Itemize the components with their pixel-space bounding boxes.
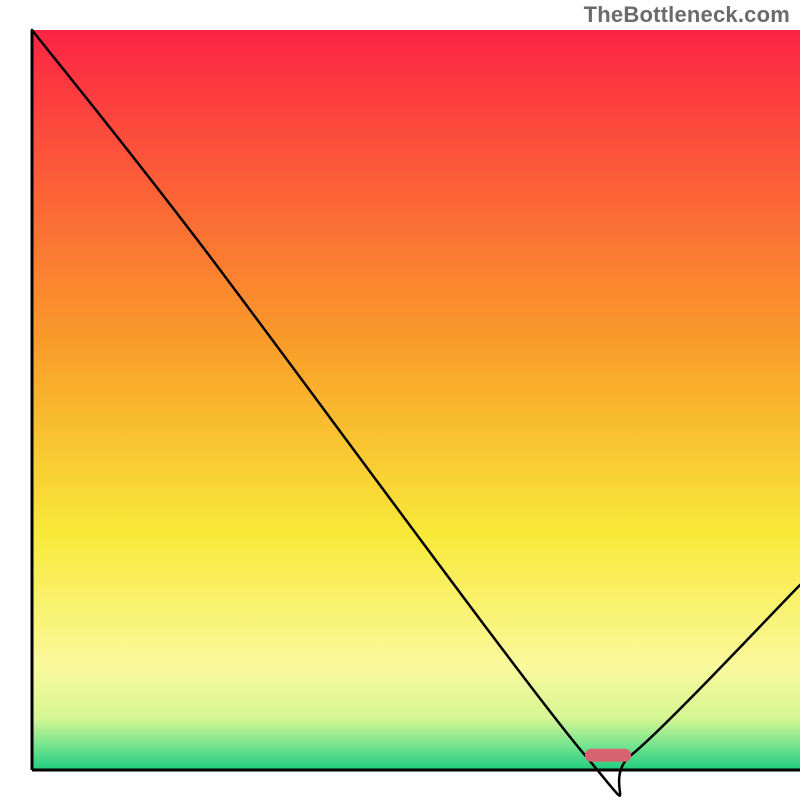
optimal-range-marker (585, 749, 631, 762)
watermark-text: TheBottleneck.com (584, 2, 790, 28)
bottleneck-chart (0, 0, 800, 800)
plot-background (32, 30, 800, 770)
chart-container: TheBottleneck.com (0, 0, 800, 800)
